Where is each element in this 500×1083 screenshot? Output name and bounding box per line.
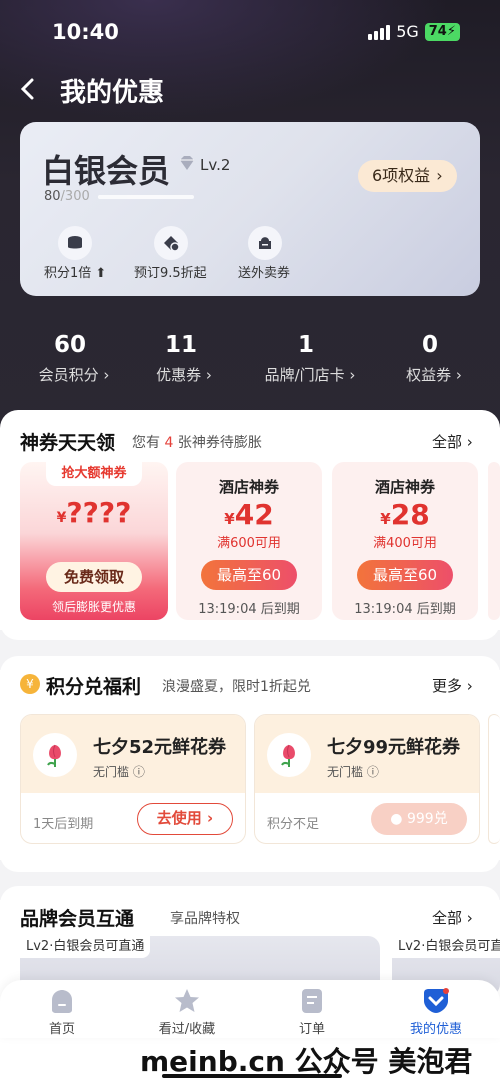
- info-icon[interactable]: ⓘ: [133, 765, 145, 779]
- points-more-link[interactable]: 更多 ›: [432, 675, 473, 696]
- member-level: Lv.2: [200, 156, 231, 174]
- stat-points-value[interactable]: 60: [10, 332, 130, 358]
- hotel-coupon-button[interactable]: 最高至60: [201, 560, 297, 590]
- tab-home[interactable]: 首页: [12, 1018, 112, 1037]
- chevron-right-icon: ›: [436, 166, 443, 185]
- points-section-title: 积分兑福利: [46, 676, 142, 698]
- brand-section-subtitle: 享品牌特权: [170, 911, 240, 927]
- coupon-icon[interactable]: [416, 986, 456, 1016]
- tab-favorites[interactable]: 看过/收藏: [137, 1018, 237, 1037]
- hotel-coupon-button[interactable]: 最高至60: [357, 560, 453, 590]
- stat-rights-label[interactable]: 权益券 ›: [364, 364, 500, 385]
- hotel-coupon-condition: 满600可用: [217, 536, 281, 551]
- back-button[interactable]: [18, 76, 40, 102]
- coin-icon: ●: [390, 811, 403, 827]
- use-coupon-button[interactable]: 去使用 ›: [137, 803, 233, 835]
- points-coupon-threshold: 无门槛 ⓘ: [93, 765, 145, 779]
- home-icon[interactable]: [42, 986, 82, 1016]
- claim-free-button[interactable]: 免费领取: [46, 562, 142, 592]
- redeem-button[interactable]: ● 999兑: [371, 803, 467, 835]
- benefit-label-takeout: 送外卖券: [238, 266, 291, 281]
- diamond-icon: [178, 154, 196, 172]
- hotel-coupon-name: 酒店神券: [374, 478, 435, 496]
- network-type: 5G: [396, 22, 419, 41]
- hotel-coupon-amount: ¥28: [380, 498, 430, 531]
- brand-card-tag: Lv2·白银会员可直通: [20, 936, 151, 958]
- coupon-section-subtitle: 您有 4 张神券待膨胀: [132, 435, 262, 451]
- big-coupon-amount: ¥????: [56, 496, 132, 529]
- big-coupon-tag: 抢大额神券: [46, 462, 142, 486]
- battery-icon: 74⚡: [424, 22, 460, 41]
- points-coupon-card[interactable]: 七夕52元鲜花券 无门槛 ⓘ 1天后到期 去使用 ›: [20, 714, 246, 844]
- big-coupon-note: 领后膨胀更优惠: [51, 600, 136, 614]
- points-progress-text: 80/300: [44, 189, 90, 204]
- benefits-button[interactable]: 6项权益 ›: [358, 160, 457, 192]
- points-coupon-threshold: 无门槛 ⓘ: [327, 765, 379, 779]
- info-icon[interactable]: ⓘ: [367, 765, 379, 779]
- brand-card-tag: Lv2·白银会员可直: [392, 936, 500, 958]
- flower-icon: [267, 733, 311, 777]
- order-icon[interactable]: [292, 986, 332, 1016]
- brand-section-title: 品牌会员互通: [20, 908, 135, 930]
- brand-all-link[interactable]: 全部 ›: [432, 907, 473, 928]
- stat-coupons-value[interactable]: 11: [121, 332, 241, 358]
- takeout-icon[interactable]: [248, 226, 282, 260]
- hotel-coupon-amount: ¥42: [224, 498, 274, 531]
- hotel-coupon-name: 酒店神券: [218, 478, 279, 496]
- points-progress-bar: [98, 195, 194, 199]
- coupon-section-title: 神券天天领: [20, 432, 116, 454]
- stat-cards-value[interactable]: 1: [246, 332, 366, 358]
- flower-icon: [33, 733, 77, 777]
- hotel-coupon-timer: 13:19:04 后到期: [198, 602, 300, 617]
- page-title: 我的优惠: [60, 78, 165, 108]
- star-icon[interactable]: [167, 986, 207, 1016]
- stat-cards-label[interactable]: 品牌/门店卡 ›: [240, 364, 380, 385]
- benefit-label-discount: 预订9.5折起: [134, 266, 207, 281]
- coupons-all-link[interactable]: 全部 ›: [432, 431, 473, 452]
- hotel-coupon-condition: 满400可用: [373, 536, 437, 551]
- points-card-peek: [488, 714, 500, 844]
- coins-icon[interactable]: [58, 226, 92, 260]
- coin-icon: ¥: [20, 674, 40, 694]
- stat-rights-value[interactable]: 0: [370, 332, 490, 358]
- hotel-coupon-timer: 13:19:04 后到期: [354, 602, 456, 617]
- points-section-subtitle: 浪漫盛夏，限时1折起兑: [162, 679, 311, 695]
- status-indicators: 5G 74⚡: [368, 22, 460, 41]
- home-indicator: [162, 1074, 342, 1078]
- points-coupon-footer: 1天后到期: [33, 817, 94, 832]
- member-level-name: 白银会员: [42, 152, 171, 190]
- tab-orders[interactable]: 订单: [262, 1018, 362, 1037]
- tab-my-coupons[interactable]: 我的优惠: [386, 1018, 486, 1037]
- points-coupon-footer: 积分不足: [267, 817, 320, 832]
- points-coupon-name: 七夕52元鲜花券: [93, 737, 227, 758]
- benefit-label-points: 积分1倍 ⬆: [44, 266, 107, 281]
- points-coupon-card[interactable]: 七夕99元鲜花券 无门槛 ⓘ 积分不足 ● 999兑: [254, 714, 480, 844]
- stat-coupons-label[interactable]: 优惠券 ›: [114, 364, 254, 385]
- signal-icon: [368, 24, 391, 40]
- points-coupon-name: 七夕99元鲜花券: [327, 737, 461, 758]
- status-time: 10:40: [52, 20, 119, 44]
- discount-icon[interactable]: [154, 226, 188, 260]
- coupon-card-peek: [488, 462, 500, 620]
